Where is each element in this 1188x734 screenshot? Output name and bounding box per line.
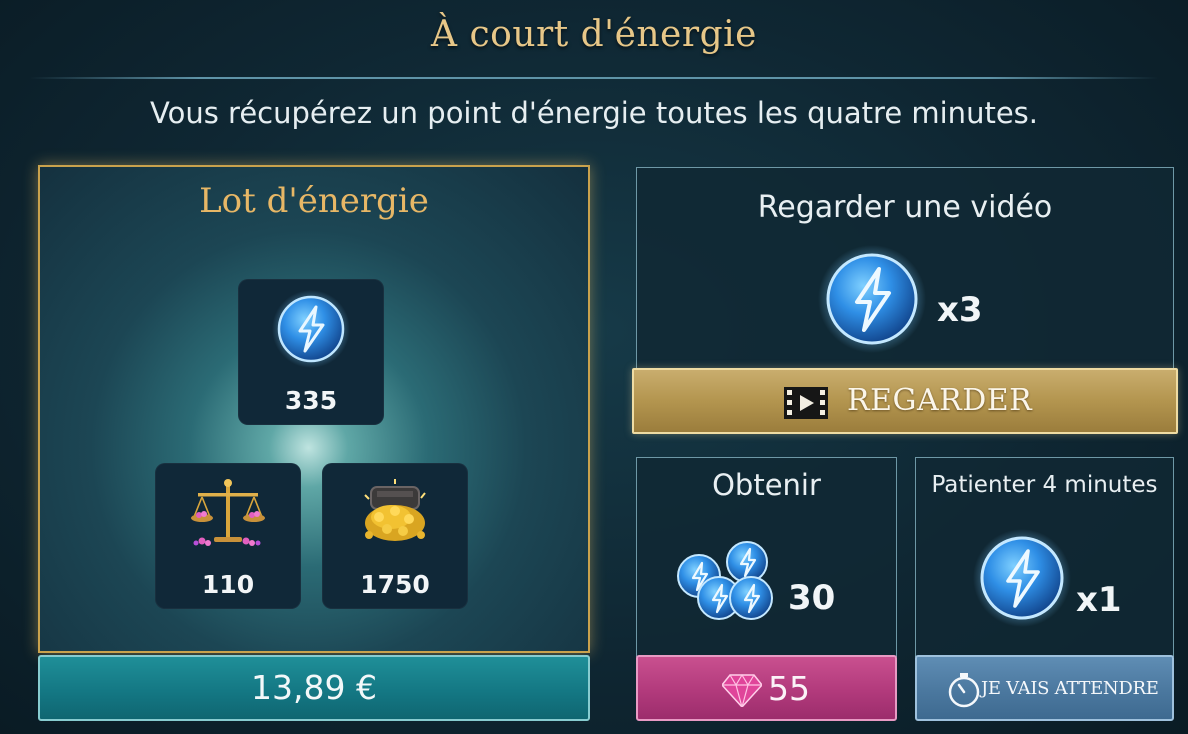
gem-price: 55: [768, 669, 810, 708]
bundle-item-quantity: 1750: [360, 570, 430, 599]
bundle-buy-button[interactable]: 13,89 €: [38, 655, 590, 721]
film-icon: [784, 387, 828, 419]
title-divider: [30, 77, 1158, 79]
bundle-title: Lot d'énergie: [199, 181, 429, 221]
obtain-reward-count: 30: [788, 578, 836, 618]
bundle-item-gold: 1750: [322, 463, 468, 609]
energy-orb-icon: [818, 245, 926, 353]
page-title: À court d'énergie: [431, 14, 757, 55]
video-reward-count: x3: [937, 290, 983, 330]
page-subtitle: Vous récupérez un point d'énergie toutes…: [150, 96, 1038, 130]
video-panel-title: Regarder une vidéo: [757, 190, 1053, 225]
buy-with-gems-button[interactable]: 55: [636, 655, 897, 721]
scales-with-gems-icon: [191, 479, 265, 546]
bundle-item-energy: 335: [238, 279, 384, 425]
stopwatch-icon: [948, 673, 980, 708]
watch-video-button-label: REGARDER: [847, 383, 1033, 418]
watch-video-panel: Regarder une vidéo x3: [636, 167, 1174, 372]
energy-orb-stack-icon: [677, 541, 773, 620]
bundle-item-scales: 110: [155, 463, 301, 609]
energy-orb-icon: [973, 529, 1071, 627]
wait-panel-title: Patienter 4 minutes: [931, 472, 1158, 498]
wait-button[interactable]: JE VAIS ATTENDRE: [915, 655, 1174, 721]
obtain-panel-title: Obtenir: [712, 468, 821, 502]
wait-panel: Patienter 4 minutes x1: [915, 457, 1174, 657]
bundle-item-quantity: 335: [284, 386, 338, 415]
wait-button-label: JE VAIS ATTENDRE: [981, 678, 1159, 699]
energy-bundle-panel: Lot d'énergie 335 110 1750: [38, 165, 590, 653]
energy-orb-icon: [272, 290, 350, 368]
gem-icon: [722, 673, 762, 707]
obtain-energy-panel: Obtenir 30: [636, 457, 897, 657]
bundle-item-quantity: 110: [201, 570, 255, 599]
gold-coins-pile-icon: [364, 479, 426, 541]
wait-reward-count: x1: [1076, 580, 1122, 620]
watch-video-button[interactable]: REGARDER: [632, 368, 1178, 434]
